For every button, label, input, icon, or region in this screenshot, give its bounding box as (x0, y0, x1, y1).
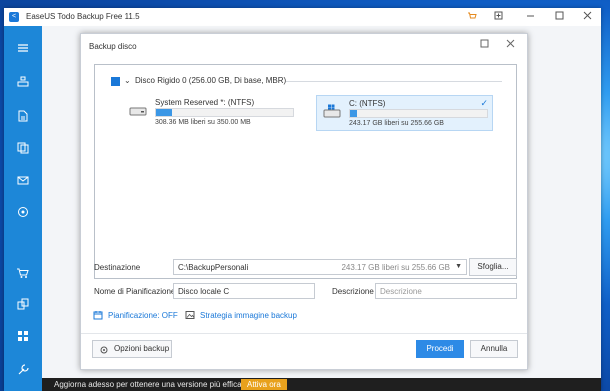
description-placeholder: Descrizione (380, 287, 422, 296)
mail-backup-icon[interactable] (15, 172, 31, 188)
partition-system-reserved[interactable]: System Reserved *: (NTFS) 308.36 MB libe… (123, 95, 298, 129)
divider (286, 81, 502, 82)
chevron-down-icon[interactable]: ⌄ (124, 76, 131, 85)
promo-text: Aggiorna adesso per ottenere una version… (54, 380, 250, 389)
description-input[interactable]: Descrizione (375, 283, 517, 299)
partition-name: System Reserved *: (NTFS) (155, 98, 255, 107)
app-title: EaseUS Todo Backup Free 11.5 (26, 12, 140, 21)
plan-name-label: Nome di Pianificazione (94, 287, 176, 296)
maximize-icon[interactable] (553, 11, 565, 23)
expand-icon[interactable] (492, 11, 504, 23)
disk-backup-icon[interactable] (15, 74, 31, 90)
close-icon[interactable] (503, 39, 517, 53)
partition-usage-fill (156, 109, 173, 116)
disk-checkbox[interactable] (111, 77, 120, 86)
dialog-title: Backup disco (89, 42, 137, 51)
close-icon[interactable] (581, 11, 593, 23)
apps-icon[interactable] (15, 328, 31, 344)
partition-usage-bar (349, 109, 488, 118)
app-logo-icon: < (9, 12, 19, 22)
cart-icon[interactable] (466, 11, 478, 23)
backup-disk-dialog: Backup disco ⌄ Disco Rigido 0 (256.00 GB… (80, 33, 528, 370)
sidebar (4, 26, 42, 391)
destination-value: C:\BackupPersonali (178, 263, 249, 272)
disk-panel: ⌄ Disco Rigido 0 (256.00 GB, Di base, MB… (94, 64, 517, 279)
backup-options-label: Opzioni backup (114, 344, 170, 353)
partition-c[interactable]: C: (NTFS) 243.17 GB liberi su 255.66 GB … (316, 95, 493, 131)
drive-icon (129, 107, 147, 116)
gear-icon (100, 346, 108, 354)
calendar-icon[interactable] (93, 310, 103, 320)
file-backup-icon[interactable] (15, 108, 31, 124)
windows-drive-icon (323, 104, 341, 118)
maximize-icon[interactable] (477, 39, 491, 53)
check-icon[interactable]: ✓ (480, 98, 488, 109)
copy-icon[interactable] (15, 296, 31, 312)
chevron-down-icon[interactable]: ▼ (455, 263, 462, 270)
backup-options-button[interactable]: Opzioni backup (92, 340, 172, 358)
disk-label: Disco Rigido 0 (256.00 GB, Di base, MBR) (135, 76, 287, 85)
tools-icon[interactable] (15, 362, 31, 378)
title-bar: < EaseUS Todo Backup Free 11.5 (4, 8, 601, 27)
schedule-link[interactable]: Pianificazione: OFF (108, 311, 178, 320)
backup-strategy-link[interactable]: Strategia immagine backup (200, 311, 297, 320)
plan-name-input[interactable]: Disco locale C (173, 283, 315, 299)
image-icon[interactable] (185, 310, 195, 320)
disk-header: ⌄ Disco Rigido 0 (256.00 GB, Di base, MB… (111, 75, 502, 87)
clone-icon[interactable] (15, 140, 31, 156)
cancel-button[interactable]: Annulla (470, 340, 518, 358)
partition-info: 243.17 GB liberi su 255.66 GB (349, 120, 444, 127)
partition-name: C: (NTFS) (349, 99, 386, 108)
system-icon[interactable] (15, 204, 31, 220)
partition-info: 308.36 MB liberi su 350.00 MB (155, 119, 251, 126)
plan-name-value: Disco locale C (178, 287, 230, 296)
destination-label: Destinazione (94, 263, 141, 272)
destination-field[interactable]: C:\BackupPersonali 243.17 GB liberi su 2… (173, 259, 467, 275)
browse-button[interactable]: Sfoglia... (469, 258, 517, 276)
partition-usage-fill (350, 110, 357, 117)
footer-divider (81, 333, 527, 334)
activate-button[interactable]: Attiva ora (241, 379, 287, 390)
minimize-icon[interactable] (524, 11, 536, 23)
menu-icon[interactable] (15, 40, 31, 56)
proceed-button[interactable]: Procedi (416, 340, 464, 358)
destination-free-space: 243.17 GB liberi su 255.66 GB (341, 263, 450, 272)
partition-usage-bar (155, 108, 294, 117)
description-label: Descrizione (332, 287, 374, 296)
cart-icon[interactable] (15, 265, 31, 281)
